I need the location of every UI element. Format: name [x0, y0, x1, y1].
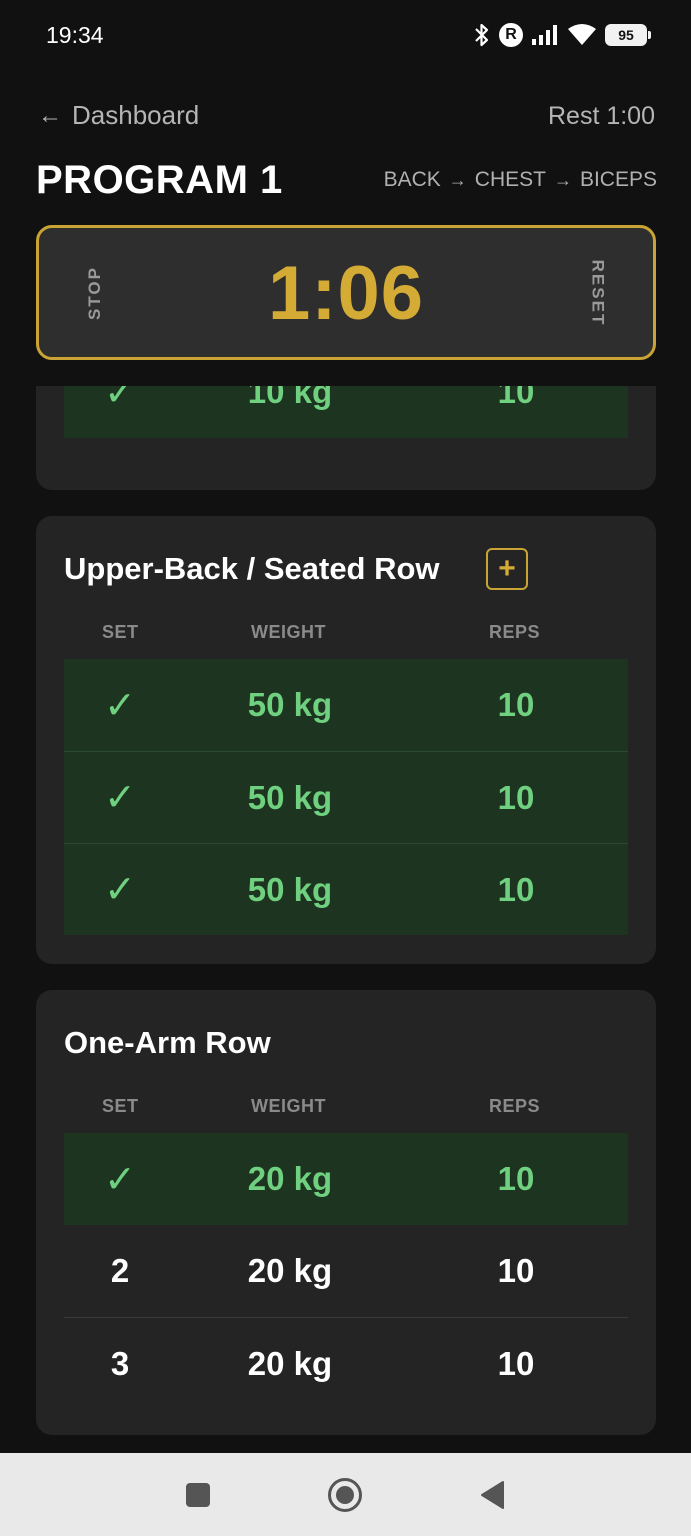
recents-button[interactable]: [180, 1477, 216, 1513]
timer-value: 1:06: [267, 251, 425, 336]
col-header-set: SET: [102, 1096, 139, 1116]
route-item: BACK: [383, 168, 441, 191]
status-time: 19:34: [46, 22, 104, 48]
set-number: 2: [110, 1252, 130, 1289]
back-button[interactable]: [474, 1477, 510, 1513]
wifi-icon: [568, 24, 596, 45]
set-row[interactable]: ✓ 20 kg 10: [64, 1133, 628, 1225]
program-route: BACK → CHEST → BICEPS: [384, 168, 657, 192]
set-row[interactable]: ✓ 50 kg 10: [64, 843, 628, 935]
recents-square-icon: [186, 1483, 210, 1507]
set-weight: 50 kg: [247, 870, 333, 908]
set-complete-check: ✓: [104, 1158, 136, 1201]
set-row[interactable]: 3 20 kg 10: [64, 1317, 628, 1409]
reset-label: RESET: [588, 259, 607, 326]
battery-icon: 95: [605, 24, 651, 46]
col-header-weight: WEIGHT: [251, 1096, 326, 1116]
set-weight: 50 kg: [247, 778, 333, 816]
set-reps: 10: [497, 1252, 535, 1289]
back-triangle-icon: [481, 1481, 504, 1509]
route-item: CHEST: [474, 168, 546, 191]
set-reps: 10: [497, 1344, 535, 1382]
set-complete-check: ✓: [104, 684, 136, 727]
set-reps: 10: [497, 778, 535, 816]
status-icons: R 95: [473, 20, 651, 50]
route-arrow-icon: →: [448, 169, 467, 190]
set-reps: 10: [497, 386, 535, 410]
col-header-reps: REPS: [489, 622, 541, 642]
exercise-card: ✓ 10 kg 10: [36, 386, 656, 490]
exercise-title: Upper-Back / Seated Row: [64, 551, 440, 586]
bluetooth-icon: [475, 23, 489, 47]
back-arrow-icon: ←: [38, 101, 62, 129]
set-reps: 10: [497, 870, 535, 908]
route-item: BICEPS: [579, 168, 657, 191]
set-complete-check: ✓: [104, 386, 136, 414]
system-nav-bar: [0, 1453, 691, 1536]
exercise-card: Upper-Back / Seated Row + SET WEIGHT REP…: [36, 516, 656, 964]
exercise-title: One-Arm Row: [64, 1025, 271, 1060]
set-reps: 10: [497, 1160, 535, 1197]
set-weight: 50 kg: [247, 686, 333, 723]
set-weight: 20 kg: [247, 1344, 333, 1382]
set-weight: 20 kg: [247, 1252, 333, 1289]
rest-timer-setting[interactable]: Rest 1:00: [548, 102, 655, 131]
col-header-weight: WEIGHT: [251, 622, 326, 642]
page-title: PROGRAM 1: [36, 158, 283, 202]
col-header-reps: REPS: [489, 1096, 541, 1116]
set-number: 3: [110, 1344, 130, 1382]
home-circle-icon: [328, 1478, 362, 1512]
set-complete-check: ✓: [104, 777, 136, 819]
exercise-list[interactable]: ✓ 10 kg 10 Upper-Back / Seated Row + SET…: [0, 386, 691, 1453]
reset-button[interactable]: RESET: [567, 228, 627, 357]
route-arrow-icon: →: [553, 169, 572, 190]
set-row[interactable]: ✓ 10 kg 10: [64, 386, 628, 438]
exercise-card: One-Arm Row SET WEIGHT REPS ✓ 20 kg 10 2…: [36, 990, 656, 1435]
set-reps: 10: [497, 686, 535, 723]
home-button[interactable]: [327, 1477, 363, 1513]
status-bar: 19:34 R 95: [0, 0, 691, 72]
set-complete-check: ✓: [104, 869, 136, 911]
set-row[interactable]: ✓ 50 kg 10: [64, 751, 628, 843]
add-set-button[interactable]: +: [486, 548, 528, 590]
rest-timer: STOP 1:06 RESET: [36, 225, 656, 360]
set-row[interactable]: 2 20 kg 10: [64, 1225, 628, 1317]
set-weight: 20 kg: [247, 1160, 333, 1197]
back-label: Dashboard: [72, 100, 200, 130]
signal-icon: [532, 25, 557, 45]
back-to-dashboard-link[interactable]: ← Dashboard: [38, 100, 199, 131]
col-header-set: SET: [102, 622, 139, 642]
set-weight: 10 kg: [247, 386, 333, 410]
set-row[interactable]: ✓ 50 kg 10: [64, 659, 628, 751]
r-badge-icon: R: [499, 23, 523, 47]
